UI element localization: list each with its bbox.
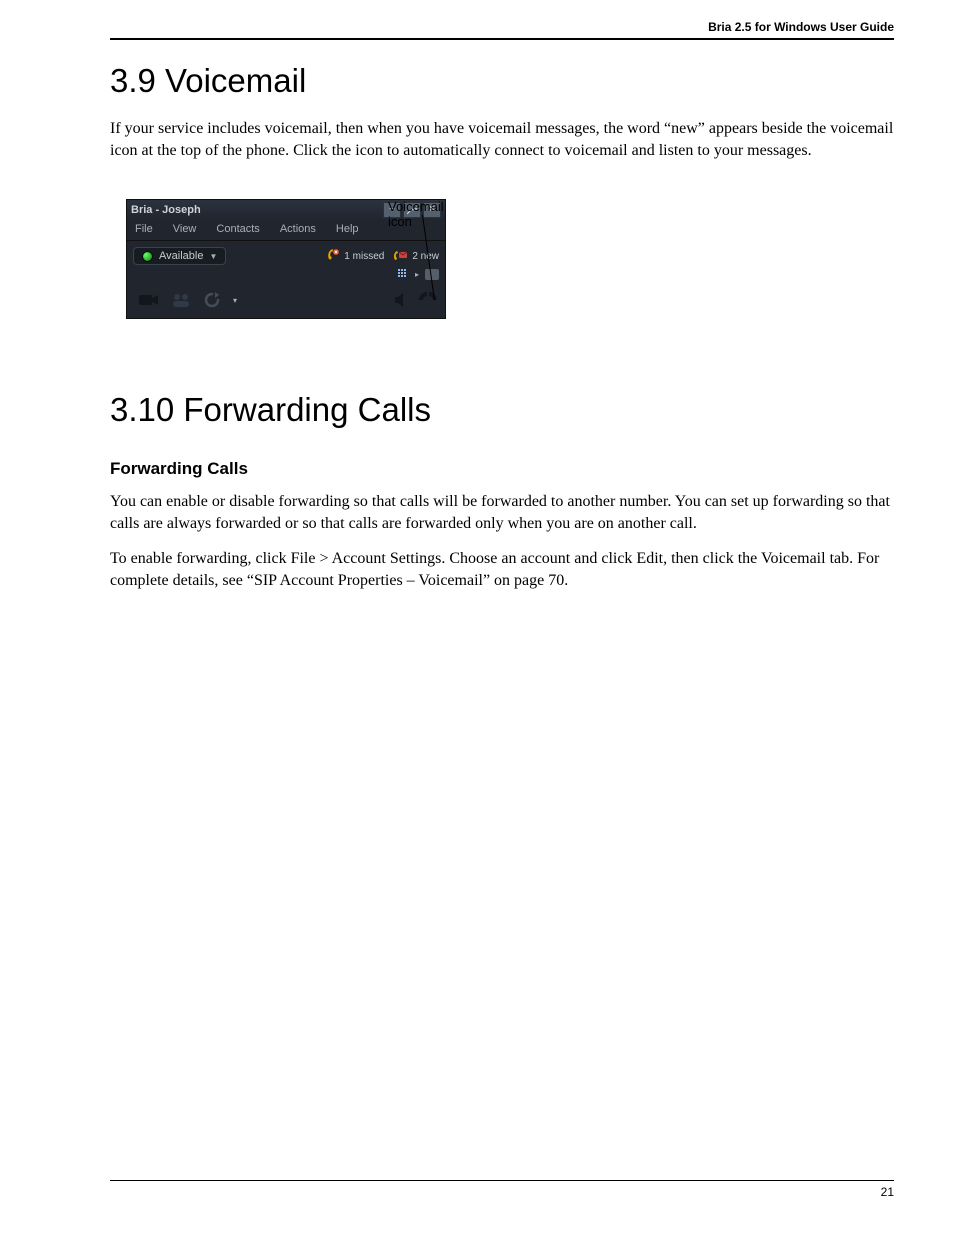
mute-icon[interactable] (393, 292, 409, 308)
presence-selector[interactable]: Available ▼ (133, 247, 226, 265)
guide-title: Bria 2.5 for Windows User Guide (708, 20, 894, 34)
status-bar: Available ▼ 1 missed (127, 241, 445, 267)
toolbar: ▾ (127, 284, 445, 318)
doc-header: Bria 2.5 for Windows User Guide (110, 20, 894, 40)
presence-label: Available (159, 250, 203, 262)
heading-voicemail: 3.9 Voicemail (110, 62, 894, 100)
page-number: 21 (110, 1185, 894, 1199)
voicemail-new-text: 2 new (412, 251, 439, 262)
redial-icon[interactable] (203, 292, 221, 308)
missed-calls-text: 1 missed (344, 251, 384, 262)
callout-label: Voicemail icon (388, 199, 466, 229)
missed-calls-icon[interactable] (326, 248, 340, 265)
menu-file[interactable]: File (135, 223, 153, 235)
figure-voicemail-icon: Voicemail icon Bria - Joseph − ✕ File Vi… (126, 199, 466, 319)
menu-help[interactable]: Help (336, 223, 359, 235)
forwarding-body-2: To enable forwarding, click File > Accou… (110, 548, 894, 591)
conference-icon[interactable] (171, 292, 191, 308)
footer: 21 (110, 1180, 894, 1199)
voicemail-body: If your service includes voicemail, then… (110, 118, 894, 161)
expand-chevron-icon[interactable]: ▸ (415, 270, 419, 279)
menu-contacts[interactable]: Contacts (216, 223, 259, 235)
video-icon[interactable] (139, 293, 159, 307)
dialpad-icon[interactable] (398, 269, 409, 278)
subheading-forwarding: Forwarding Calls (110, 459, 894, 479)
menu-view[interactable]: View (173, 223, 197, 235)
chevron-down-icon: ▼ (209, 252, 217, 261)
presence-icon (142, 251, 153, 262)
menu-actions[interactable]: Actions (280, 223, 316, 235)
voicemail-icon[interactable] (392, 250, 408, 262)
forwarding-body-1: You can enable or disable forwarding so … (110, 491, 894, 534)
heading-forwarding: 3.10 Forwarding Calls (110, 391, 894, 429)
redial-chevron-icon[interactable]: ▾ (233, 296, 237, 305)
window-title: Bria - Joseph (131, 204, 201, 216)
